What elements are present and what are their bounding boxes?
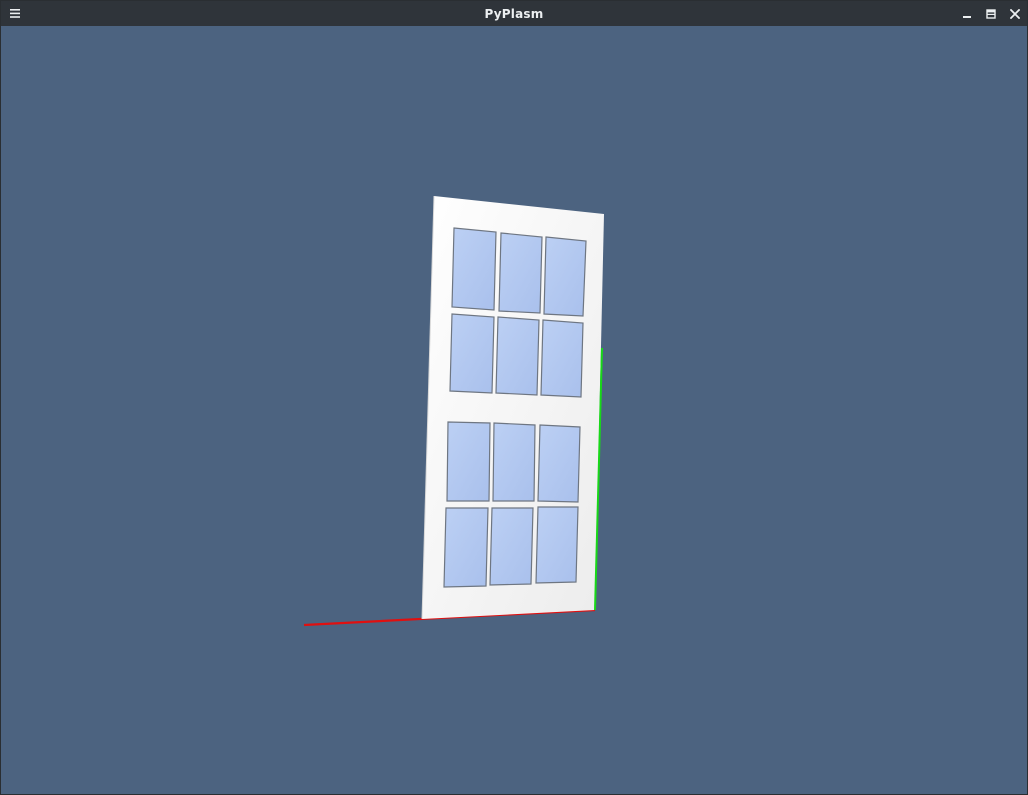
glass-pane: [535, 506, 579, 584]
minimize-icon[interactable]: [957, 4, 977, 23]
title-bar[interactable]: PyPlasm: [1, 1, 1027, 26]
hamburger-menu-icon[interactable]: [5, 4, 25, 23]
glass-pane: [443, 507, 489, 588]
maximize-icon[interactable]: [981, 4, 1001, 23]
glass-pane: [492, 422, 536, 502]
pane-row-4: [443, 506, 579, 588]
glass-pane: [537, 424, 581, 503]
app-window: PyPlasm: [0, 0, 1028, 795]
glass-pane: [543, 236, 587, 317]
glass-pane: [498, 232, 543, 314]
glass-pane: [540, 319, 584, 398]
pane-row-3: [446, 421, 581, 503]
window-title: PyPlasm: [484, 6, 544, 21]
glass-pane: [449, 313, 495, 394]
glass-pane: [489, 507, 534, 586]
3d-viewport[interactable]: [1, 26, 1027, 794]
pane-row-2: [449, 313, 584, 398]
glass-pane: [446, 421, 491, 502]
pane-row-1: [451, 227, 587, 317]
scene-canvas: [303, 195, 604, 627]
glass-pane: [495, 316, 540, 396]
glass-pane: [451, 227, 497, 311]
close-icon[interactable]: [1005, 4, 1025, 23]
